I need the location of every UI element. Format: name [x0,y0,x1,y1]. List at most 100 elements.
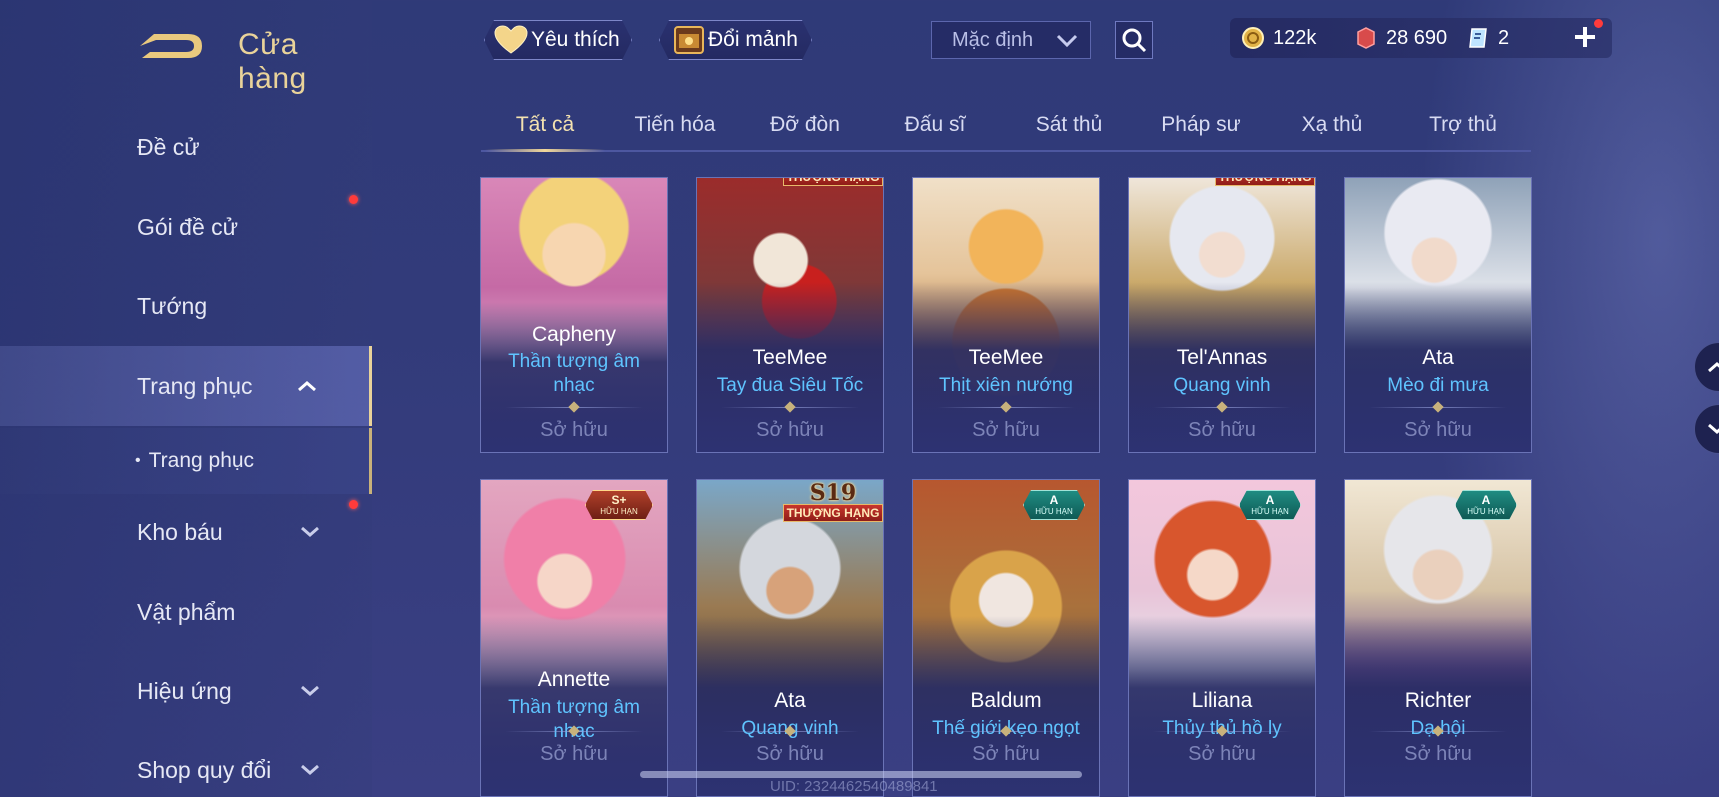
badge-label: HỮU HẠN [1467,507,1505,516]
sidebar-item-items[interactable]: Vật phẩm [0,572,372,652]
scroll-up-button[interactable] [1694,342,1719,392]
sidebar-item-treasure[interactable]: Kho báu [0,492,372,572]
sidebar-item-label: Đề cử [137,133,200,160]
skin-name: Thịt xiên nướng [939,375,1073,396]
exchange-fragments-button[interactable]: Đổi mảnh [659,20,812,60]
notification-dot [349,500,358,509]
owned-status: Sở hữu [972,743,1040,765]
ticket-icon [1469,28,1487,48]
search-icon [1122,28,1147,53]
skin-card[interactable]: TeeMee Thịt xiên nướng Sở hữu [912,177,1100,453]
hero-name: Richter [1404,689,1472,712]
tab-marksman[interactable]: Xạ thủ [1272,100,1392,150]
badge-label: HỮU HẠN [1251,507,1289,516]
heart-icon [493,25,529,55]
chevron-down-icon [1056,34,1078,48]
badge-label: HỮU HẠN [1035,507,1073,516]
hero-name: TeeMee [752,346,828,369]
gold-coin-icon [1242,27,1264,49]
tab-label: Pháp sư [1161,113,1241,136]
hero-name: Annette [537,668,611,691]
skin-card[interactable]: S+ HỮU HẠN Annette Thần tượng âm nhạc Sở… [480,479,668,797]
divider [1153,407,1291,408]
favorites-button[interactable]: Yêu thích [484,20,632,60]
skin-name: Thần tượng âm nhạc [508,697,640,742]
plus-icon [1575,27,1595,47]
page-title: Cửa hàng [238,28,307,95]
divider [721,731,859,732]
sidebar-item-skins[interactable]: Trang phục [0,346,372,426]
skin-card[interactable]: Ata Mèo đi mưa Sở hữu [1344,177,1532,453]
skin-name: Quang vinh [1173,375,1271,396]
exchange-fragments-label: Đổi mảnh [708,28,798,51]
badge-tier: S19 [809,480,857,506]
chevron-down-icon [301,764,319,775]
tab-evolution[interactable]: Tiến hóa [615,100,735,150]
tab-label: Sát thủ [1035,113,1103,136]
sidebar-item-effects[interactable]: Hiệu ứng [0,651,372,731]
sort-value: Mặc định [952,28,1034,51]
skin-card[interactable]: Capheny Thần tượng âm nhạc Sở hữu [480,177,668,453]
skin-card[interactable]: A HỮU HẠN Liliana Thủy thủ hồ ly Sở hữu [1128,479,1316,797]
tab-all[interactable]: Tất cả [485,100,605,152]
skin-name: Tay đua Siêu Tốc [716,375,864,396]
sidebar-item-label: Vật phẩm [137,598,236,625]
chest-icon [672,24,706,56]
category-tabs: Tất cả Tiến hóa Đỡ đòn Đấu sĩ Sát thủ Ph… [481,100,1531,152]
notification-dot [1594,19,1603,28]
hero-name: Tel'Annas [1176,346,1268,369]
sidebar-item-recommended-bundles[interactable]: Gói đề cử [0,187,372,267]
skin-card[interactable]: THƯỢNG HẠNG Tel'Annas Quang vinh Sở hữu [1128,177,1316,453]
tab-mage[interactable]: Pháp sư [1141,100,1261,150]
bullet: • [135,452,141,469]
voucher-amount: 28 690 [1386,26,1448,49]
divider [937,731,1075,732]
sidebar-item-label: Trang phục [148,449,255,472]
sidebar-item-heroes[interactable]: Tướng [0,266,372,346]
owned-status: Sở hữu [1188,743,1256,765]
owned-status: Sở hữu [540,419,608,441]
user-id: UID: 2324462540489841 [770,778,938,795]
divider [1369,731,1507,732]
badge-label: HỮU HẠN [600,507,638,516]
badge-label: THƯỢNG HẠNG [1215,178,1315,186]
gold-currency: 122k [1241,18,1316,58]
sidebar-subitem-skins[interactable]: • Trang phục [0,428,372,494]
skin-name: Thần tượng âm nhạc [508,351,640,396]
tab-label: Tất cả [515,113,575,136]
skin-card[interactable]: THƯỢNG HẠNG TeeMee Tay đua Siêu Tốc Sở h… [696,177,884,453]
chevron-up-icon [298,381,316,392]
sidebar-item-exchange-shop[interactable]: Shop quy đổi [0,730,372,797]
tab-tank[interactable]: Đỡ đòn [745,100,865,150]
tab-label: Đỡ đòn [770,113,840,136]
skin-card[interactable]: A HỮU HẠN Richter Dạ hội Sở hữu [1344,479,1532,797]
sort-dropdown[interactable]: Mặc định [931,21,1091,59]
sidebar-item-label: Tướng [137,292,208,319]
tab-assassin[interactable]: Sát thủ [1009,100,1129,150]
skin-card[interactable]: A HỮU HẠN Baldum Thế giới kẹo ngọt Sở hữ… [912,479,1100,797]
chevron-down-icon [301,685,319,696]
badge-tier: A [1265,493,1275,507]
tab-support[interactable]: Trợ thủ [1403,100,1523,150]
sidebar-item-label: Trang phục [137,372,253,399]
limited-badge: S+ HỮU HẠN [585,490,653,520]
divider [505,731,643,732]
horizontal-scrollbar[interactable] [640,771,1082,778]
tab-fighter[interactable]: Đấu sĩ [875,100,995,150]
chevron-down-icon [1708,423,1719,434]
back-button[interactable] [136,26,208,66]
tab-label: Xạ thủ [1301,113,1363,136]
tab-label: Đấu sĩ [904,113,966,136]
scroll-down-button[interactable] [1694,404,1719,454]
sidebar-item-label: Shop quy đổi [137,756,272,783]
limited-badge: A HỮU HẠN [1239,490,1301,520]
skin-card[interactable]: S19 THƯỢNG HẠNG Ata Quang vinh Sở hữu [696,479,884,797]
limited-badge: A HỮU HẠN [1455,490,1517,520]
hero-name: TeeMee [968,346,1044,369]
premium-badge: THƯỢNG HẠNG [783,178,883,186]
hero-name: Capheny [531,323,617,346]
owned-status: Sở hữu [1188,419,1256,441]
search-button[interactable] [1115,21,1153,59]
sidebar-item-recommended[interactable]: Đề cử [0,107,372,187]
ticket-currency: 2 [1466,18,1509,58]
